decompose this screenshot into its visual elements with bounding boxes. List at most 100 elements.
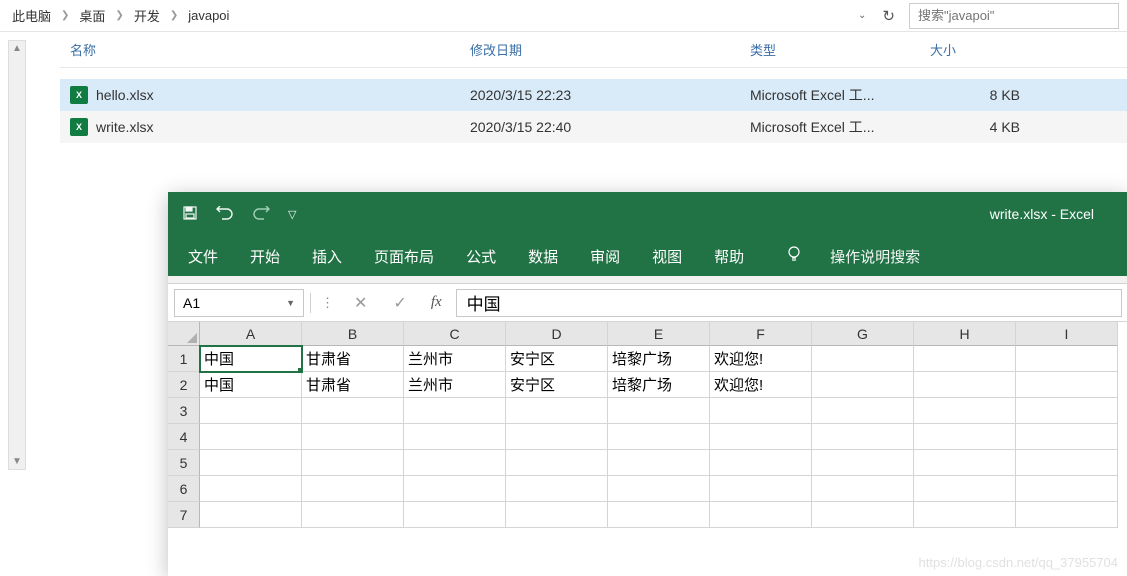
cell[interactable]: 培黎广场 <box>608 372 710 398</box>
tab-data[interactable]: 数据 <box>526 240 560 273</box>
fx-icon[interactable]: fx <box>423 294 450 311</box>
cell[interactable] <box>914 424 1016 450</box>
cell[interactable]: 中国 <box>200 372 302 398</box>
cell[interactable] <box>914 476 1016 502</box>
cell[interactable] <box>710 398 812 424</box>
tab-insert[interactable]: 插入 <box>310 240 344 273</box>
column-size[interactable]: 大小 <box>930 40 1050 59</box>
search-input[interactable] <box>909 3 1119 29</box>
cell[interactable] <box>812 398 914 424</box>
cell[interactable] <box>404 450 506 476</box>
cell[interactable] <box>302 476 404 502</box>
cell[interactable] <box>302 398 404 424</box>
cell[interactable]: 兰州市 <box>404 346 506 372</box>
tab-formulas[interactable]: 公式 <box>464 240 498 273</box>
column-header[interactable]: C <box>404 322 506 346</box>
cell[interactable] <box>200 424 302 450</box>
column-header[interactable]: D <box>506 322 608 346</box>
cell[interactable] <box>404 502 506 528</box>
cell[interactable] <box>710 450 812 476</box>
customize-qat-icon[interactable]: ▽ <box>288 208 296 221</box>
cell[interactable] <box>812 502 914 528</box>
file-row[interactable]: X hello.xlsx 2020/3/15 22:23 Microsoft E… <box>60 79 1127 111</box>
cell[interactable] <box>710 502 812 528</box>
column-header[interactable]: I <box>1016 322 1118 346</box>
cell[interactable] <box>608 476 710 502</box>
row-header[interactable]: 6 <box>168 476 200 502</box>
cell[interactable] <box>506 502 608 528</box>
undo-icon[interactable] <box>216 206 234 223</box>
file-row[interactable]: X write.xlsx 2020/3/15 22:40 Microsoft E… <box>60 111 1127 143</box>
cell[interactable] <box>812 476 914 502</box>
select-all-corner[interactable] <box>168 322 200 346</box>
tab-home[interactable]: 开始 <box>248 240 282 273</box>
cell[interactable] <box>812 450 914 476</box>
cell[interactable] <box>1016 346 1118 372</box>
cell[interactable]: 中国 <box>200 346 302 372</box>
cell[interactable] <box>200 450 302 476</box>
name-box[interactable]: A1 ▼ <box>174 289 304 317</box>
cell[interactable] <box>200 502 302 528</box>
column-header[interactable]: B <box>302 322 404 346</box>
cell[interactable] <box>608 450 710 476</box>
chevron-down-icon[interactable]: ⌄ <box>854 6 870 25</box>
cell[interactable] <box>1016 424 1118 450</box>
cell[interactable] <box>302 424 404 450</box>
breadcrumb-item[interactable]: 此电脑 <box>8 2 55 29</box>
cell[interactable]: 欢迎您! <box>710 346 812 372</box>
cell[interactable] <box>404 424 506 450</box>
tab-page-layout[interactable]: 页面布局 <box>372 240 436 273</box>
enter-icon[interactable]: ✓ <box>383 293 416 313</box>
chevron-down-icon[interactable]: ▼ <box>286 298 295 308</box>
cell[interactable] <box>608 502 710 528</box>
tab-help[interactable]: 帮助 <box>712 240 746 273</box>
refresh-icon[interactable]: ↻ <box>876 3 901 29</box>
cell[interactable] <box>812 424 914 450</box>
tab-review[interactable]: 审阅 <box>588 240 622 273</box>
vertical-scrollbar[interactable] <box>8 40 26 470</box>
cell[interactable]: 甘肃省 <box>302 372 404 398</box>
cell[interactable] <box>302 450 404 476</box>
cell[interactable] <box>1016 398 1118 424</box>
cell[interactable] <box>914 372 1016 398</box>
row-header[interactable]: 1 <box>168 346 200 372</box>
cell[interactable] <box>506 398 608 424</box>
cell[interactable] <box>506 450 608 476</box>
cell[interactable] <box>200 398 302 424</box>
breadcrumb-item[interactable]: javapoi <box>184 4 233 27</box>
column-header[interactable]: F <box>710 322 812 346</box>
tell-me-search[interactable]: 操作说明搜索 <box>830 246 920 267</box>
row-header[interactable]: 2 <box>168 372 200 398</box>
tab-file[interactable]: 文件 <box>186 240 220 273</box>
column-header[interactable]: H <box>914 322 1016 346</box>
cell[interactable] <box>608 398 710 424</box>
row-header[interactable]: 7 <box>168 502 200 528</box>
column-header[interactable]: A <box>200 322 302 346</box>
cell[interactable] <box>1016 372 1118 398</box>
cell[interactable]: 安宁区 <box>506 346 608 372</box>
formula-input[interactable] <box>456 289 1122 317</box>
column-name[interactable]: 名称 <box>60 40 470 59</box>
cell[interactable] <box>302 502 404 528</box>
cell[interactable] <box>404 398 506 424</box>
cell[interactable] <box>200 476 302 502</box>
breadcrumb[interactable]: 此电脑 ❯ 桌面 ❯ 开发 ❯ javapoi <box>8 2 854 29</box>
cell[interactable] <box>914 502 1016 528</box>
cell[interactable] <box>812 346 914 372</box>
cancel-icon[interactable]: ✕ <box>344 293 377 313</box>
cell[interactable] <box>914 346 1016 372</box>
breadcrumb-item[interactable]: 开发 <box>130 2 164 29</box>
tab-view[interactable]: 视图 <box>650 240 684 273</box>
column-type[interactable]: 类型 <box>750 40 930 59</box>
cell[interactable]: 欢迎您! <box>710 372 812 398</box>
redo-icon[interactable] <box>252 206 270 223</box>
save-icon[interactable] <box>182 205 198 224</box>
cell[interactable]: 培黎广场 <box>608 346 710 372</box>
cell[interactable] <box>506 424 608 450</box>
cell[interactable]: 安宁区 <box>506 372 608 398</box>
column-header[interactable]: E <box>608 322 710 346</box>
row-header[interactable]: 4 <box>168 424 200 450</box>
cell[interactable]: 甘肃省 <box>302 346 404 372</box>
cell[interactable] <box>1016 450 1118 476</box>
cell[interactable]: 兰州市 <box>404 372 506 398</box>
